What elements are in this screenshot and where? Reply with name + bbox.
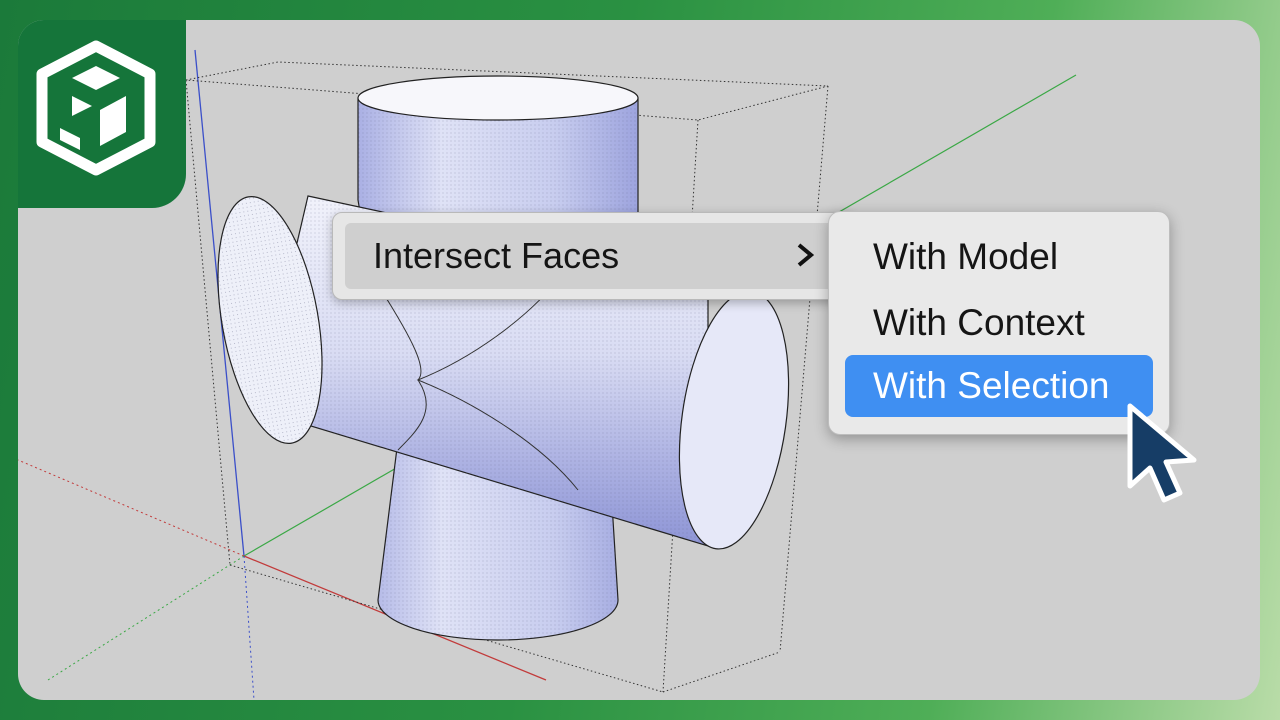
red-axis-dotted [18,459,245,557]
arrow-pointer-icon [1127,403,1197,503]
submenu-item-with-context[interactable]: With Context [845,292,1153,354]
blue-axis-dotted [243,555,255,700]
logo-tab [18,20,186,208]
sketchup-viewport[interactable]: Intersect Faces With Model With Context … [18,20,1260,700]
sketchup-logo-icon [36,40,156,176]
submenu-item-with-selection[interactable]: With Selection [845,355,1153,417]
context-menu: Intersect Faces [332,212,854,300]
intersect-submenu: With Model With Context With Selection [828,211,1170,435]
chevron-right-icon [797,243,815,267]
submenu-item-label: With Context [873,302,1085,343]
submenu-item-label: With Model [873,236,1059,277]
green-axis-dotted [47,555,245,681]
submenu-item-label: With Selection [873,365,1110,406]
menu-item-intersect-faces[interactable]: Intersect Faces [345,223,841,289]
menu-item-label: Intersect Faces [373,235,620,276]
submenu-item-with-model[interactable]: With Model [845,226,1153,288]
